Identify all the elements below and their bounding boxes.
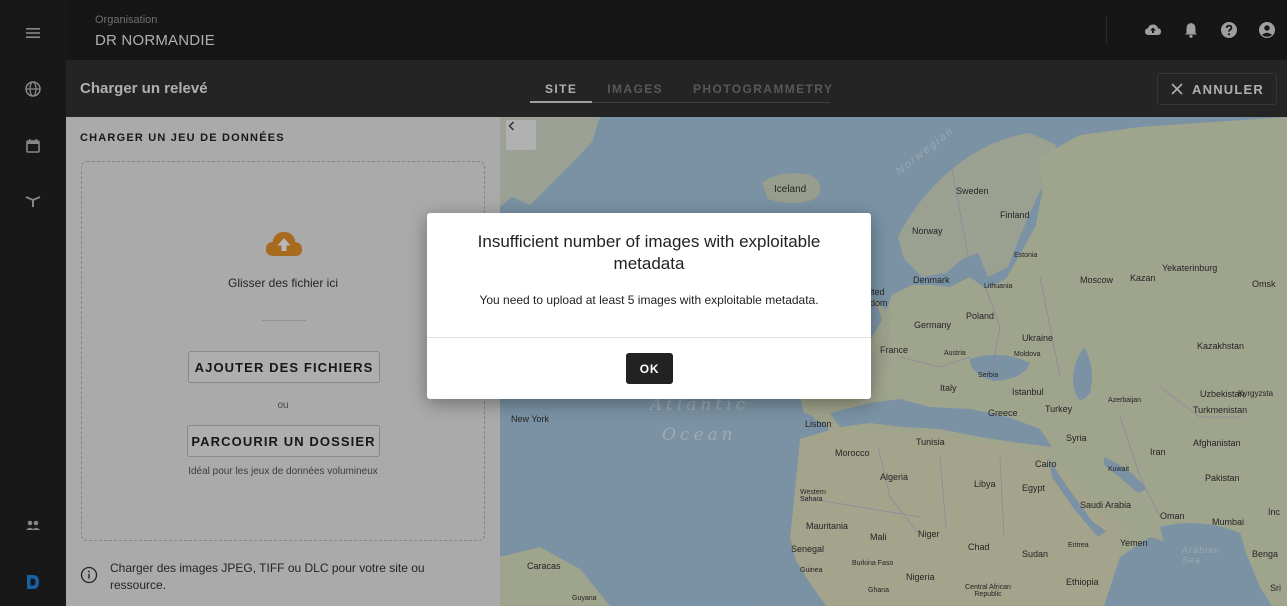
- error-dialog: Insufficient number of images with explo…: [427, 213, 871, 399]
- dialog-message: You need to upload at least 5 images wit…: [479, 293, 819, 307]
- app-window: Organisation DR NORMANDIE Charger un rel…: [0, 0, 1287, 606]
- dialog-divider: [427, 337, 871, 338]
- ok-button[interactable]: OK: [626, 353, 673, 384]
- dialog-title: Insufficient number of images with explo…: [477, 232, 821, 274]
